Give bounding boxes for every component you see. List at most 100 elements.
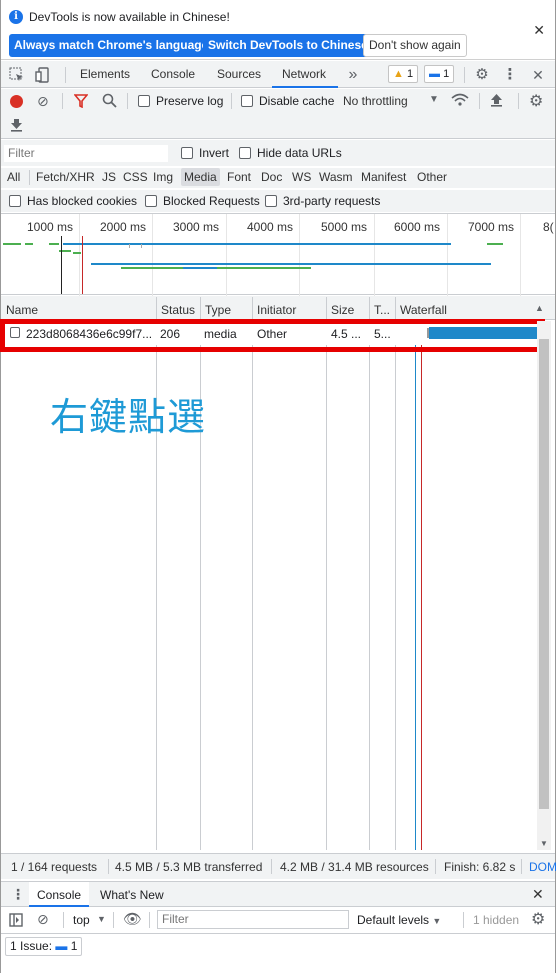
column-header-type[interactable]: Type — [205, 303, 231, 317]
close-devtools-icon[interactable]: ✕ — [530, 67, 546, 83]
column-header-status[interactable]: Status — [161, 303, 195, 317]
messages-badge[interactable]: ▬ 1 — [424, 65, 455, 83]
invert-checkbox[interactable]: Invert — [181, 146, 229, 160]
throttling-select[interactable]: No throttling — [343, 94, 408, 108]
third-party-checkbox[interactable]: 3rd-party requests — [265, 194, 380, 208]
drawer-tab-console[interactable]: Console — [29, 882, 90, 907]
checkbox[interactable] — [241, 95, 253, 107]
dom-content-loaded-line — [415, 321, 416, 850]
column-header-initiator[interactable]: Initiator — [257, 303, 296, 317]
drawer-menu-icon[interactable]: ⋮ — [11, 886, 25, 903]
filter-input[interactable]: Filter — [4, 145, 168, 162]
checkbox[interactable] — [265, 195, 277, 207]
column-divider — [252, 297, 253, 850]
type-manifest[interactable]: Manifest — [358, 168, 409, 186]
third-party-label: 3rd-party requests — [283, 194, 381, 208]
overview-bars — [3, 236, 503, 294]
type-js[interactable]: JS — [99, 168, 119, 186]
sort-ascending-icon[interactable]: ▲ — [535, 303, 544, 313]
divider — [63, 912, 64, 928]
inspect-element-icon[interactable] — [9, 67, 25, 83]
type-other[interactable]: Other — [414, 168, 450, 186]
checkbox[interactable] — [9, 195, 21, 207]
log-levels-select[interactable]: Default levels ▼ — [357, 913, 441, 927]
has-blocked-cookies-checkbox[interactable]: Has blocked cookies — [9, 194, 137, 208]
type-img[interactable]: Img — [150, 168, 176, 186]
divider — [127, 93, 128, 109]
type-media[interactable]: Media — [181, 168, 220, 186]
preserve-log-checkbox[interactable]: Preserve log — [138, 94, 223, 108]
drawer-tabbar: ⋮ Console What's New ✕ — [1, 881, 555, 907]
column-header-name[interactable]: Name — [6, 303, 38, 317]
chevron-down-icon[interactable]: ▼ — [429, 94, 439, 105]
checkbox[interactable] — [239, 147, 251, 159]
issues-bar: 1 Issue: ▬ 1 — [1, 934, 555, 960]
column-header-size[interactable]: Size — [331, 303, 354, 317]
clear-console-icon[interactable]: ⊘ — [37, 911, 49, 928]
export-har-icon[interactable] — [10, 118, 23, 135]
disable-cache-checkbox[interactable]: Disable cache — [241, 94, 334, 108]
type-all[interactable]: All — [4, 168, 23, 186]
type-ws[interactable]: WS — [289, 168, 314, 186]
close-icon[interactable]: ✕ — [533, 22, 545, 39]
drawer-tab-whats-new[interactable]: What's New — [100, 888, 164, 902]
context-select[interactable]: top — [73, 913, 90, 927]
more-options-icon[interactable]: ⋮ — [502, 67, 518, 83]
clear-icon[interactable]: ⊘ — [37, 93, 49, 110]
load-event-line — [421, 321, 422, 850]
transferred-size: 4.5 MB / 5.3 MB transferred — [115, 860, 263, 874]
right-click-annotation: 右鍵點選 — [50, 395, 207, 439]
hide-data-urls-checkbox[interactable]: Hide data URLs — [239, 146, 342, 160]
tab-console[interactable]: Console — [151, 67, 195, 81]
hide-data-urls-label: Hide data URLs — [257, 146, 342, 160]
drawer-tab-console-label: Console — [37, 888, 82, 902]
import-har-icon[interactable] — [490, 93, 503, 110]
dont-show-again-button[interactable]: Don't show again — [363, 34, 467, 57]
more-tabs-icon[interactable]: » — [345, 67, 361, 83]
filter-bar: Filter Invert Hide data URLs — [1, 140, 555, 166]
divider — [463, 912, 464, 928]
divider — [464, 67, 465, 83]
type-css[interactable]: CSS — [120, 168, 151, 186]
network-overview[interactable]: 1000 ms 2000 ms 3000 ms 4000 ms 5000 ms … — [1, 213, 555, 296]
record-icon[interactable] — [10, 95, 23, 108]
console-toolbar: ⊘ top ▼ 👁 Filter Default levels ▼ 1 hidd… — [1, 907, 555, 934]
message-icon: ▬ — [429, 68, 440, 80]
tab-sources[interactable]: Sources — [217, 67, 261, 81]
type-doc[interactable]: Doc — [258, 168, 285, 186]
search-icon[interactable] — [102, 93, 117, 111]
warnings-badge[interactable]: ▲ 1 — [388, 65, 419, 83]
column-header-time[interactable]: T... — [374, 303, 390, 317]
table-scrollbar[interactable]: ▼ — [537, 321, 551, 850]
always-match-language-button[interactable]: Always match Chrome's language — [9, 34, 214, 57]
scroll-down-icon[interactable]: ▼ — [540, 839, 548, 848]
scrollbar-thumb[interactable] — [539, 339, 549, 809]
divider — [518, 93, 519, 109]
settings-gear-icon[interactable]: ⚙ — [474, 67, 490, 83]
type-font[interactable]: Font — [224, 168, 254, 186]
device-toolbar-icon[interactable] — [35, 67, 51, 83]
log-levels-label: Default levels — [357, 913, 430, 927]
network-settings-gear-icon[interactable]: ⚙ — [529, 91, 543, 111]
close-drawer-icon[interactable]: ✕ — [532, 886, 544, 903]
sidebar-toggle-icon[interactable] — [9, 913, 23, 930]
checkbox[interactable] — [138, 95, 150, 107]
checkbox[interactable] — [145, 195, 157, 207]
issues-button[interactable]: 1 Issue: ▬ 1 — [5, 937, 83, 956]
type-fetch-xhr[interactable]: Fetch/XHR — [33, 168, 98, 186]
console-filter-input[interactable]: Filter — [157, 910, 349, 929]
column-header-waterfall[interactable]: Waterfall — [400, 303, 447, 317]
blocked-requests-checkbox[interactable]: Blocked Requests — [145, 194, 260, 208]
resource-type-filters: All Fetch/XHR JS CSS Img Media Font Doc … — [1, 168, 555, 188]
filter-funnel-icon[interactable] — [73, 94, 89, 111]
chevron-down-icon[interactable]: ▼ — [97, 914, 106, 924]
network-conditions-icon[interactable] — [451, 92, 469, 111]
switch-to-chinese-button[interactable]: Switch DevTools to Chinese — [203, 34, 373, 57]
tab-elements[interactable]: Elements — [80, 67, 130, 81]
checkbox[interactable] — [181, 147, 193, 159]
dom-content-loaded: DOM — [529, 860, 556, 874]
type-wasm[interactable]: Wasm — [316, 168, 356, 186]
console-settings-gear-icon[interactable]: ⚙ — [531, 909, 545, 929]
live-expression-eye-icon[interactable]: 👁 — [123, 910, 142, 928]
tab-network[interactable]: Network — [272, 67, 339, 88]
